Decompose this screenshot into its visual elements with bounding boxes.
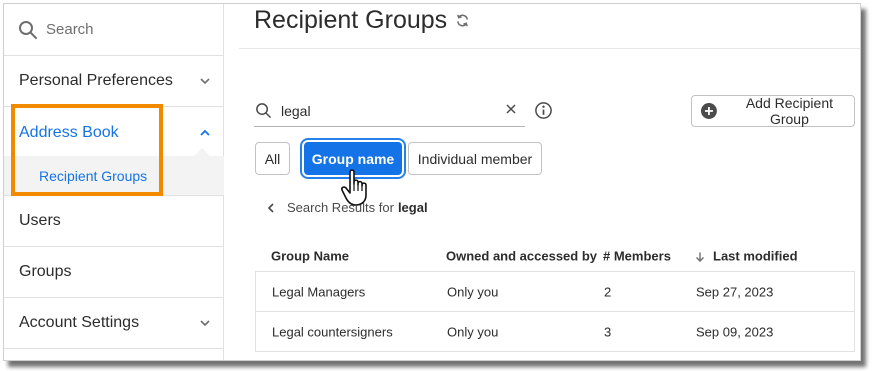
info-icon[interactable]: [534, 101, 553, 120]
column-header-last-modified-wrap[interactable]: Last modified: [695, 248, 798, 263]
filter-label: Individual member: [417, 150, 533, 167]
filter-all-button[interactable]: All: [255, 142, 290, 175]
column-header-group-name[interactable]: Group Name: [271, 248, 349, 263]
sidebar-item-personal-preferences[interactable]: Personal Preferences: [4, 56, 224, 107]
groups-table: Group Name Owned and accessed by # Membe…: [255, 240, 855, 352]
sidebar-item-account-settings[interactable]: Account Settings: [4, 298, 224, 349]
cell-last-modified: Sep 09, 2023: [696, 324, 774, 339]
page-title-text: Recipient Groups: [254, 6, 448, 34]
active-notch: [194, 148, 210, 156]
main-content: Recipient Groups legal Add Recipient Gro…: [225, 4, 860, 360]
sidebar-subitem-label: Recipient Groups: [39, 167, 148, 184]
cell-members: 2: [604, 284, 612, 299]
cell-owner: Only you: [447, 284, 499, 299]
cell-members: 3: [604, 324, 612, 339]
sidebar-item-label: Groups: [19, 263, 72, 280]
add-recipient-group-label: Add Recipient Group: [745, 95, 834, 127]
search-icon: [256, 103, 271, 118]
filter-label: Group name: [311, 150, 395, 167]
chevron-down-icon: [200, 78, 210, 85]
column-header-members[interactable]: # Members: [603, 248, 671, 263]
group-search: [254, 95, 525, 127]
filter-individual-member-button[interactable]: Individual member: [408, 142, 542, 175]
filter-label: All: [264, 150, 281, 167]
sidebar-item-label: Users: [19, 212, 61, 229]
sidebar-item-label: Account Settings: [19, 314, 140, 331]
app-window: Search Personal Preferences Address Book…: [3, 3, 861, 361]
search-results-back[interactable]: Search Results for legal: [265, 200, 428, 215]
table-row[interactable]: Legal countersigners Only you 3 Sep 09, …: [255, 312, 855, 352]
sidebar-item-address-book[interactable]: Address Book: [4, 107, 224, 158]
cell-group-name: Legal Managers: [272, 284, 366, 299]
add-recipient-group-button[interactable]: Add Recipient Group: [691, 95, 855, 127]
search-icon: [19, 20, 37, 39]
sort-descending-icon: [696, 252, 704, 262]
add-circle-icon: [700, 103, 717, 119]
sidebar: Search Personal Preferences Address Book…: [4, 4, 224, 360]
chevron-left-icon: [267, 202, 274, 213]
sidebar-item-label: Personal Preferences: [19, 72, 173, 89]
sidebar-search[interactable]: Search: [4, 4, 224, 56]
sidebar-item-groups[interactable]: Groups: [4, 247, 224, 298]
page-title: Recipient Groups: [254, 6, 470, 35]
cell-owner: Only you: [447, 324, 499, 339]
sidebar-item-users[interactable]: Users: [4, 196, 224, 247]
divider: [239, 48, 860, 49]
table-header: Group Name Owned and accessed by # Membe…: [255, 240, 855, 272]
cell-group-name: Legal countersigners: [272, 324, 393, 339]
refresh-icon[interactable]: [455, 13, 470, 28]
column-header-owned-by[interactable]: Owned and accessed by: [446, 248, 597, 263]
cell-last-modified: Sep 27, 2023: [696, 284, 774, 299]
sidebar-subitem-recipient-groups[interactable]: Recipient Groups: [4, 156, 224, 196]
results-prefix: Search Results for: [287, 200, 394, 215]
sidebar-search-label: Search: [46, 21, 94, 38]
chevron-down-icon: [200, 320, 210, 327]
table-row[interactable]: Legal Managers Only you 2 Sep 27, 2023: [255, 272, 855, 312]
sidebar-item-label: Address Book: [19, 123, 119, 141]
column-header-last-modified: Last modified: [713, 248, 798, 263]
results-term: legal: [397, 200, 428, 215]
search-input[interactable]: [281, 102, 481, 119]
clear-icon[interactable]: [505, 103, 517, 115]
chevron-up-icon: [200, 129, 210, 136]
